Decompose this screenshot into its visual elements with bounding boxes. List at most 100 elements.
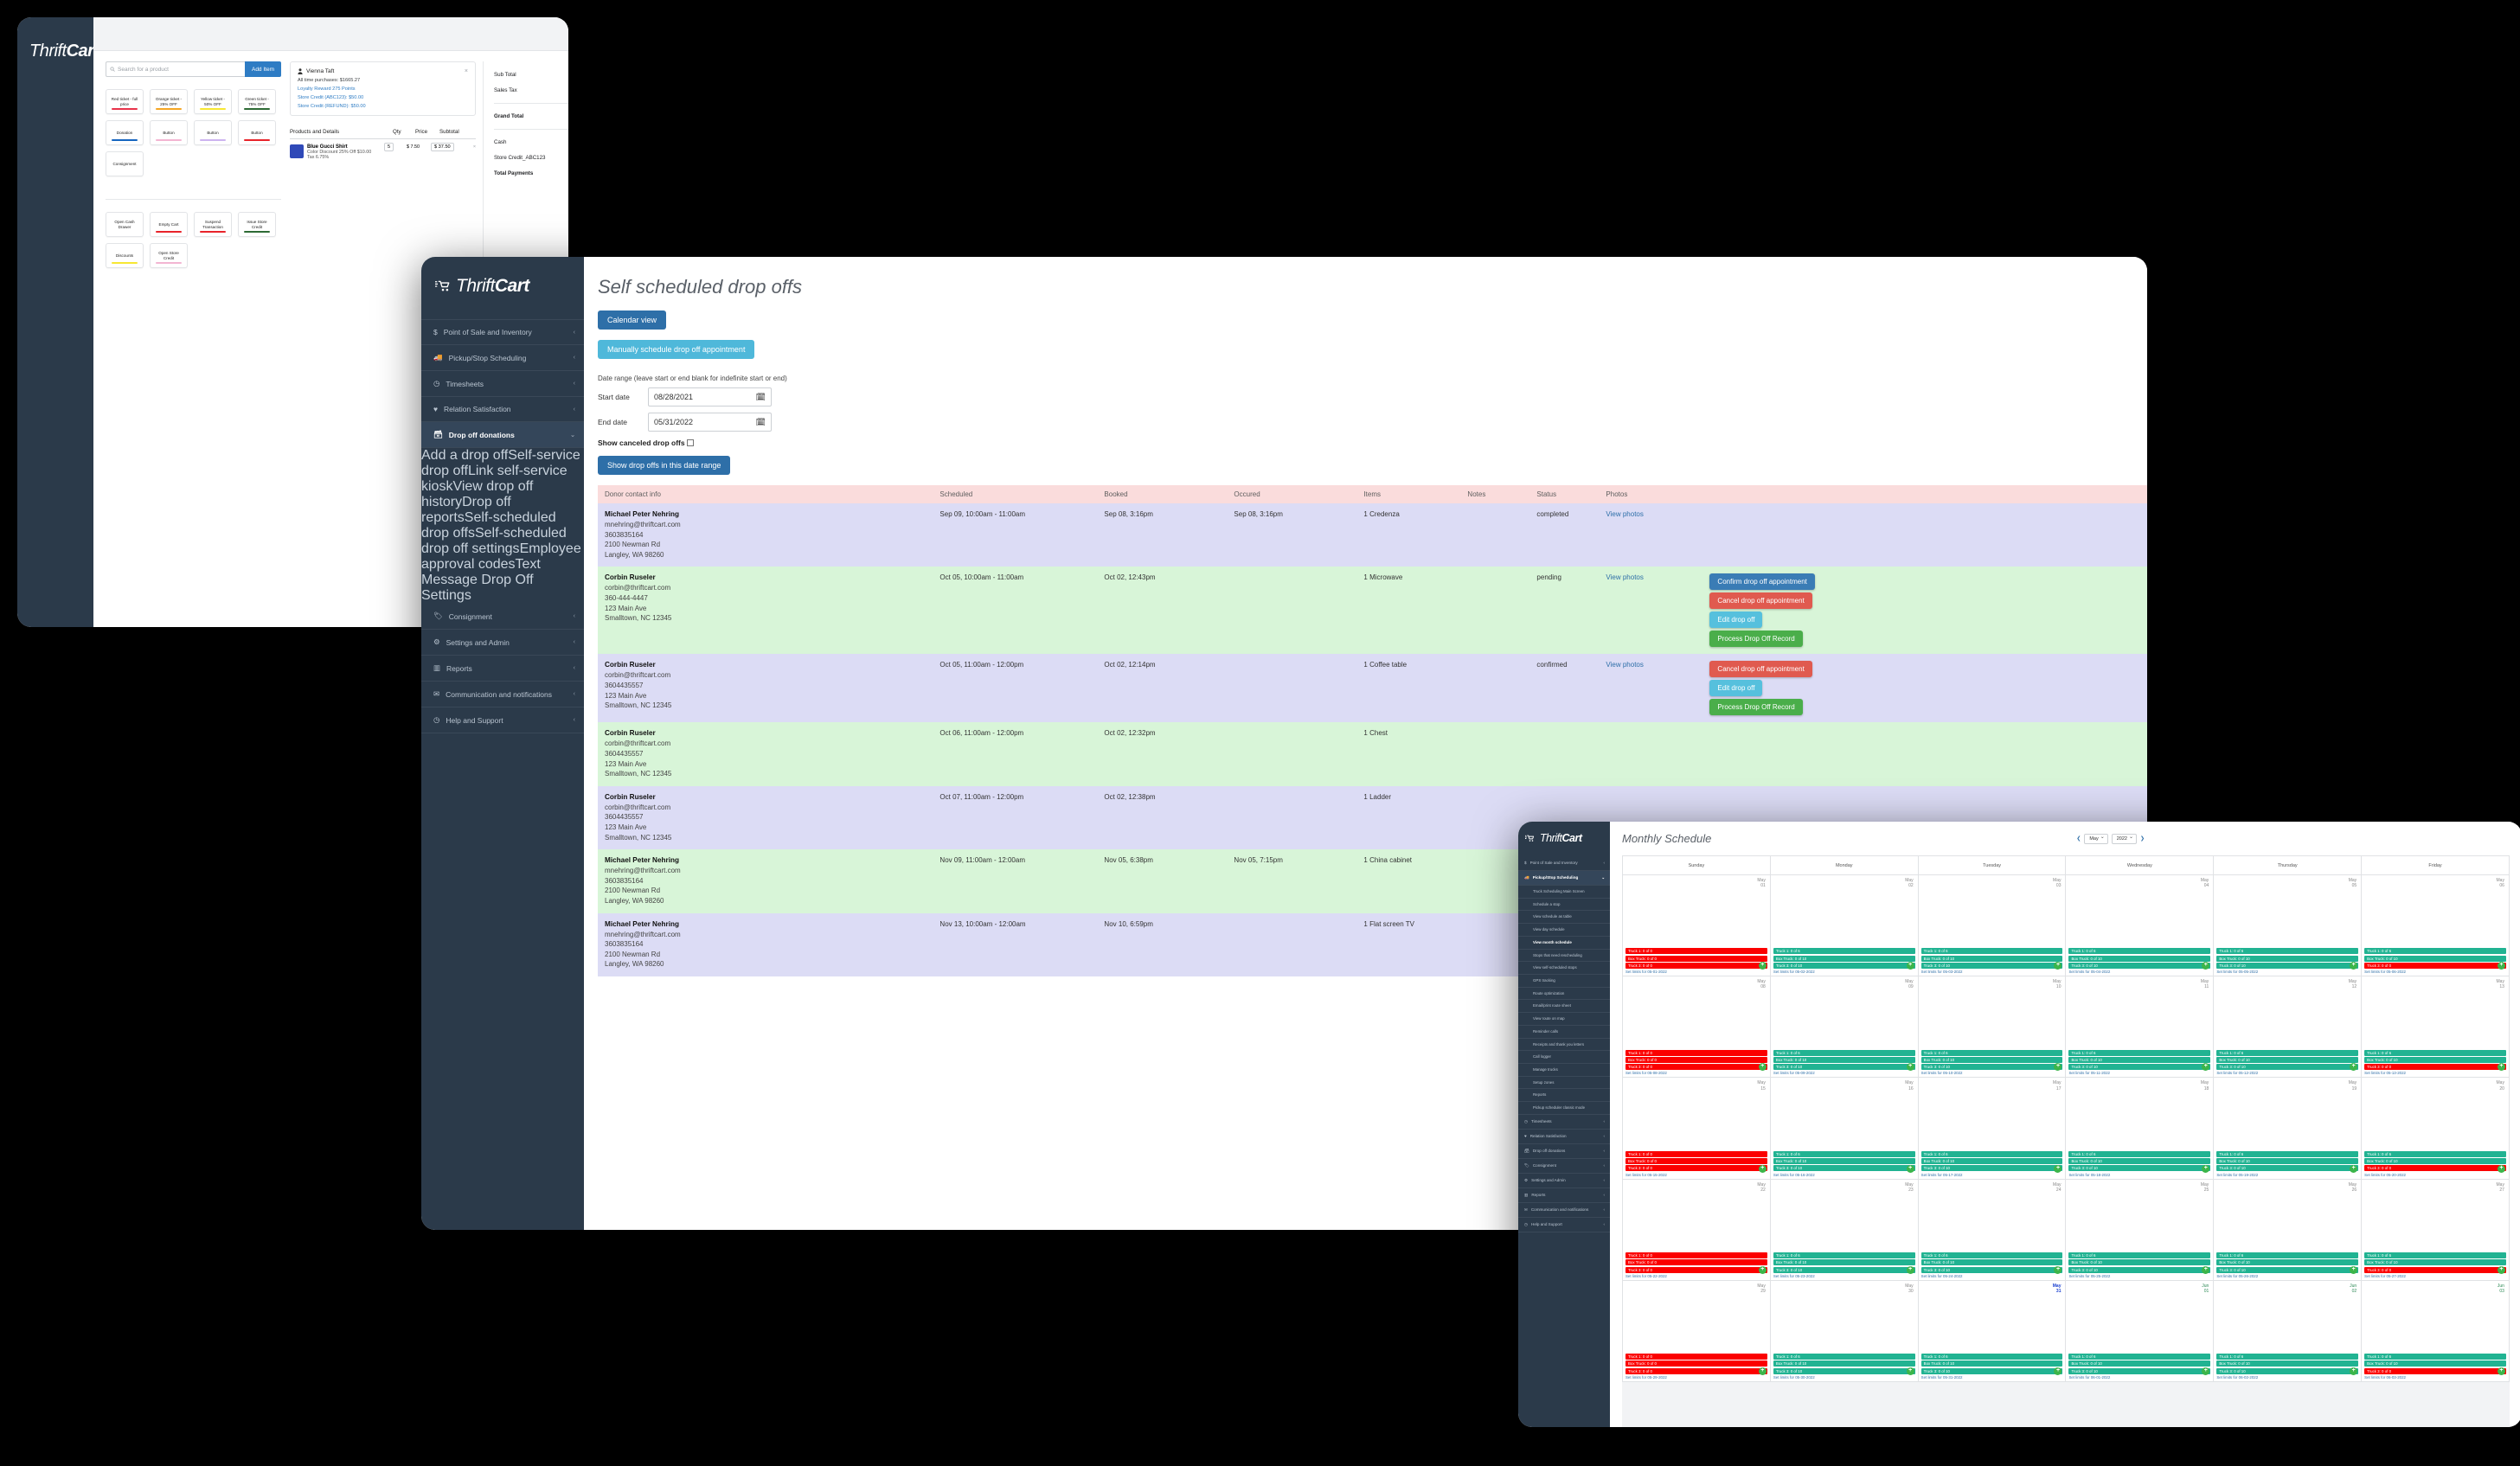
nav-sub-item-10[interactable]: View route on map — [1518, 1013, 1610, 1026]
truck-slot[interactable]: Box Truck: 0 of 0 — [1625, 1056, 1767, 1063]
edit-button[interactable]: Edit drop off — [1709, 611, 1763, 629]
truck-slot[interactable]: Truck 3: 0 of 10 — [2216, 1266, 2359, 1273]
product-button-7[interactable]: Button — [238, 120, 276, 145]
calendar-day-cell[interactable]: Jun 02 Truck 1: 0 of 6 Box Truck: 0 of 10 T… — [2213, 1279, 2362, 1382]
truck-slot[interactable]: Box Truck: 0 of 10 — [2216, 1259, 2359, 1266]
truck-slot[interactable]: Truck 1: 0 of 0 — [1625, 1252, 1767, 1258]
set-limits-link[interactable]: Set limits for 05-09-2022 — [1773, 1071, 1915, 1075]
set-limits-link[interactable]: Set limits for 05-23-2022 — [1773, 1274, 1915, 1278]
plus-circle-icon[interactable]: + — [1758, 1164, 1767, 1173]
plus-circle-icon[interactable]: + — [1758, 962, 1767, 970]
calendar-day-cell[interactable]: May 02 Truck 1: 0 of 6 Box Truck: 0 of 10 T… — [1769, 874, 1918, 976]
pos-action-button-0[interactable]: Open Cash Drawer — [106, 212, 144, 237]
set-limits-link[interactable]: Set limits for 05-10-2022 — [1921, 1071, 2063, 1075]
truck-slot[interactable]: Box Truck: 0 of 10 — [1773, 1360, 1915, 1367]
set-limits-link[interactable]: Set limits for 05-30-2022 — [1773, 1375, 1915, 1380]
start-date-input[interactable]: 08/28/2021 🗓 — [648, 387, 772, 407]
nav-sub-item-16[interactable]: Reports — [1518, 1089, 1610, 1103]
truck-slot[interactable]: Box Truck: 0 of 10 — [1773, 1056, 1915, 1063]
truck-slot[interactable]: Truck 3: 0 of 0 — [2364, 1165, 2506, 1172]
nav-sub-item-8[interactable]: Route optimization — [1518, 988, 1610, 1001]
view-photos-link[interactable]: View photos — [1606, 510, 1643, 518]
truck-slot[interactable]: Truck 3: 0 of 10 — [2216, 1064, 2359, 1071]
process-button[interactable]: Process Drop Off Record — [1709, 699, 1803, 716]
truck-slot[interactable]: Truck 1: 0 of 6 — [2216, 1150, 2359, 1157]
truck-slot[interactable]: Box Truck: 0 of 10 — [1773, 1259, 1915, 1266]
truck-slot[interactable]: Truck 1: 0 of 6 — [1920, 948, 2063, 955]
set-limits-link[interactable]: Set limits for 05-24-2022 — [1921, 1274, 2063, 1278]
nav-item-communication-and-notifications[interactable]: ✉ Communication and notifications ‹ — [1518, 1203, 1610, 1218]
cart-item-qty-input[interactable]: 5 — [384, 143, 394, 151]
calendar-icon[interactable]: 🗓 — [756, 393, 766, 402]
truck-slot[interactable]: Truck 3: 0 of 0 — [2364, 962, 2506, 969]
calendar-day-cell[interactable]: May 11 Truck 1: 0 of 6 Box Truck: 0 of 10 T… — [2065, 976, 2214, 1078]
product-button-1[interactable]: Orange ticket - 25% OFF — [150, 89, 188, 114]
plus-circle-icon[interactable]: + — [1906, 1367, 1914, 1376]
nav-item-drop-off-donations[interactable]: 🗃 Drop off donations ⌄ — [421, 422, 584, 448]
truck-slot[interactable]: Truck 3: 0 of 0 — [2364, 1064, 2506, 1071]
calendar-day-cell[interactable]: May 26 Truck 1: 0 of 6 Box Truck: 0 of 10 T… — [2213, 1178, 2362, 1280]
pos-action-button-4[interactable]: Discounts — [106, 243, 144, 268]
calendar-day-cell[interactable]: Jun 03 Truck 1: 0 of 6 Box Truck: 0 of 10 T… — [2361, 1279, 2509, 1382]
nav-sub-item-2[interactable]: View schedule as table — [1518, 911, 1610, 925]
truck-slot[interactable]: Truck 1: 0 of 6 — [1773, 948, 1915, 955]
truck-slot[interactable]: Box Truck: 0 of 10 — [2068, 1056, 2211, 1063]
nav-item-timesheets[interactable]: ◷ Timesheets ‹ — [421, 371, 584, 397]
calendar-day-cell[interactable]: May 19 Truck 1: 0 of 6 Box Truck: 0 of 10 T… — [2213, 1077, 2362, 1179]
plus-circle-icon[interactable]: + — [1906, 1265, 1914, 1274]
truck-slot[interactable]: Box Truck: 0 of 0 — [1625, 955, 1767, 962]
customer-loyalty-link[interactable]: Loyalty Reward 275 Points — [298, 86, 468, 92]
calendar-view-button[interactable]: Calendar view — [598, 310, 667, 330]
prev-month-button[interactable]: ❮ — [2076, 835, 2081, 842]
truck-slot[interactable]: Truck 3: 0 of 10 — [1773, 1367, 1915, 1374]
set-limits-link[interactable]: Set limits for 05-26-2022 — [2216, 1274, 2358, 1278]
search-input[interactable]: Search for a product — [106, 61, 245, 77]
product-button-3[interactable]: Green ticket - 75% OFF — [238, 89, 276, 114]
year-select[interactable]: 2022 — [2111, 833, 2137, 844]
set-limits-link[interactable]: Set limits for 05-20-2022 — [2364, 1173, 2506, 1177]
app-logo[interactable]: ThriftCart — [1518, 832, 1610, 856]
truck-slot[interactable]: Truck 1: 0 of 6 — [1773, 1150, 1915, 1157]
plus-circle-icon[interactable]: + — [1906, 1164, 1914, 1173]
calendar-day-cell[interactable]: May 31 Truck 1: 0 of 6 Box Truck: 0 of 10 T… — [1917, 1279, 2066, 1382]
nav-item-drop-off-donations[interactable]: 🗃 Drop off donations ‹ — [1518, 1144, 1610, 1159]
nav-item-pickup-stop-scheduling[interactable]: 🚚 Pickup/Stop Scheduling ‹ — [421, 345, 584, 371]
set-limits-link[interactable]: Set limits for 05-11-2022 — [2068, 1071, 2210, 1075]
truck-slot[interactable]: Box Truck: 0 of 10 — [2364, 955, 2506, 962]
nav-item-point-of-sale-and-inventory[interactable]: $ Point of Sale and Inventory ‹ — [421, 320, 584, 345]
truck-slot[interactable]: Truck 3: 0 of 10 — [2068, 1367, 2211, 1374]
process-button[interactable]: Process Drop Off Record — [1709, 631, 1803, 648]
truck-slot[interactable]: Box Truck: 0 of 10 — [1920, 955, 2063, 962]
truck-slot[interactable]: Truck 1: 0 of 6 — [1920, 1049, 2063, 1056]
truck-slot[interactable]: Truck 3: 0 of 0 — [1625, 1367, 1767, 1374]
calendar-day-cell[interactable]: May 16 Truck 1: 0 of 6 Box Truck: 0 of 10 T… — [1769, 1077, 1918, 1179]
truck-slot[interactable]: Truck 3: 0 of 10 — [1920, 1266, 2063, 1273]
calendar-day-cell[interactable]: May 22 Truck 1: 0 of 0 Box Truck: 0 of 0 Tr… — [1623, 1178, 1770, 1280]
truck-slot[interactable]: Truck 1: 0 of 6 — [1920, 1252, 2063, 1258]
truck-slot[interactable]: Box Truck: 0 of 10 — [2364, 1158, 2506, 1165]
show-canceled-checkbox[interactable] — [686, 439, 694, 446]
set-limits-link[interactable]: Set limits for 05-05-2022 — [2216, 970, 2358, 974]
customer-store-credit-2[interactable]: Store Credit (REFUND): $50.00 — [298, 104, 468, 109]
nav-sub-item-4[interactable]: View month schedule — [1518, 937, 1610, 950]
truck-slot[interactable]: Truck 1: 0 of 0 — [1625, 1049, 1767, 1056]
truck-slot[interactable]: Truck 1: 0 of 6 — [2364, 1150, 2506, 1157]
truck-slot[interactable]: Truck 3: 0 of 10 — [2068, 1165, 2211, 1172]
truck-slot[interactable]: Truck 3: 0 of 10 — [1920, 1064, 2063, 1071]
set-limits-link[interactable]: Set limits for 05-16-2022 — [1773, 1173, 1915, 1177]
set-limits-link[interactable]: Set limits for 05-27-2022 — [2364, 1274, 2506, 1278]
calendar-day-cell[interactable]: May 24 Truck 1: 0 of 6 Box Truck: 0 of 10 T… — [1917, 1178, 2066, 1280]
truck-slot[interactable]: Truck 3: 0 of 10 — [1773, 1064, 1915, 1071]
truck-slot[interactable]: Box Truck: 0 of 10 — [1920, 1360, 2063, 1367]
set-limits-link[interactable]: Set limits for 05-13-2022 — [2364, 1071, 2506, 1075]
calendar-day-cell[interactable]: Jun 01 Truck 1: 0 of 6 Box Truck: 0 of 10 T… — [2065, 1279, 2214, 1382]
edit-button[interactable]: Edit drop off — [1709, 680, 1763, 697]
customer-store-credit-1[interactable]: Store Credit (ABC123): $50.00 — [298, 95, 468, 100]
app-logo[interactable]: ThriftCart — [421, 276, 584, 319]
product-button-2[interactable]: Yellow ticket - 50% OFF — [194, 89, 232, 114]
nav-item-point-of-sale-and-inventory[interactable]: $ Point of Sale and Inventory ‹ — [1518, 856, 1610, 871]
nav-sub-item-6[interactable]: View self-scheduled stops — [1518, 962, 1610, 975]
truck-slot[interactable]: Truck 1: 0 of 6 — [2216, 1252, 2359, 1258]
truck-slot[interactable]: Truck 1: 0 of 0 — [1625, 1150, 1767, 1157]
set-limits-link[interactable]: Set limits for 05-06-2022 — [2364, 970, 2506, 974]
